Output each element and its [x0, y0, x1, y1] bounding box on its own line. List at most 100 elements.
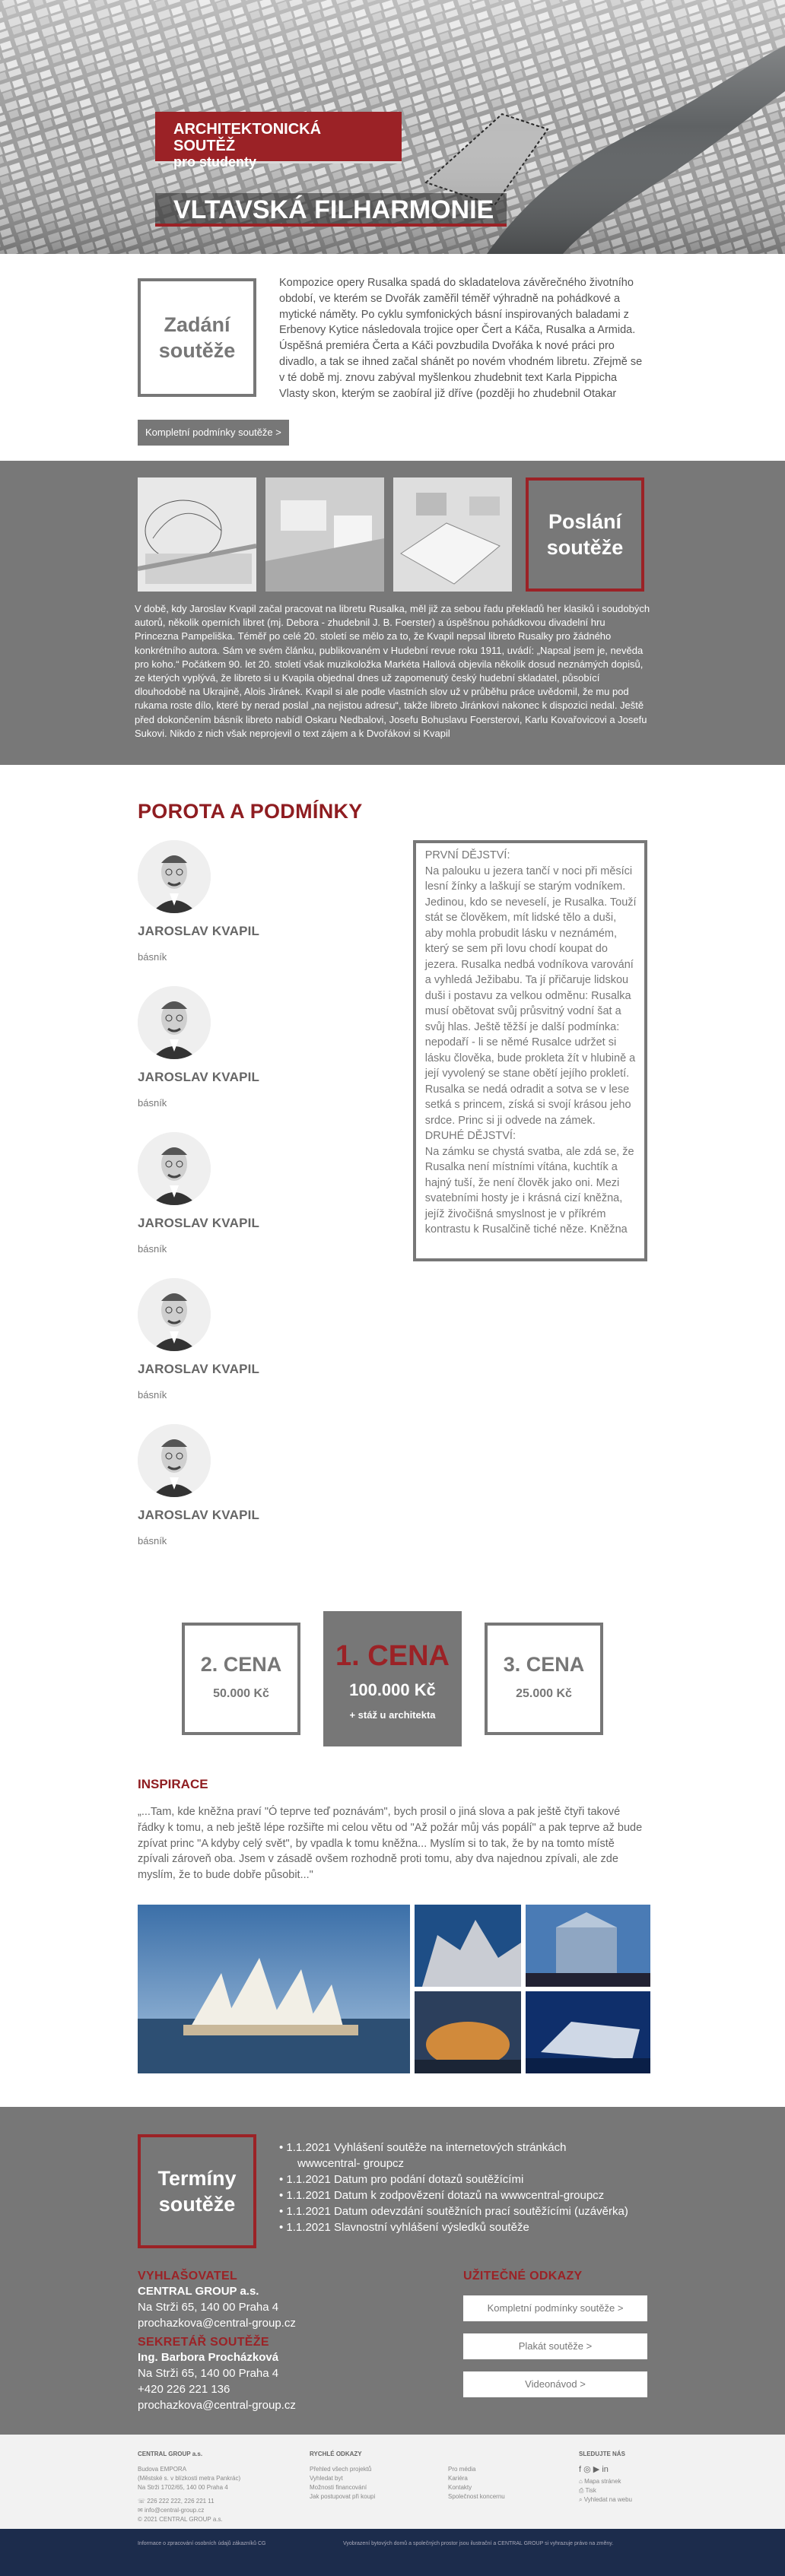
- footer-copyright: © 2021 CENTRAL GROUP a.s.: [138, 2515, 223, 2523]
- footer-link[interactable]: Společnost koncernu: [448, 2492, 579, 2501]
- terminy-title: Termíny soutěže: [138, 2133, 256, 2248]
- contacts: VYHLAŠOVATEL CENTRAL GROUP a.s. Na Strži…: [138, 2270, 296, 2413]
- prize-third-title: 3. CENA: [503, 1653, 585, 1676]
- architecture-model-photo-3: [393, 477, 512, 592]
- print-icon: ⎙: [579, 2486, 586, 2494]
- zadani-title: Zadání soutěže: [138, 278, 256, 397]
- footer-search[interactable]: Vyhledat na webu: [584, 2496, 632, 2503]
- footer-link[interactable]: Vyhledat byt: [310, 2474, 448, 2483]
- mail-icon: ✉: [138, 2506, 145, 2514]
- jury-name: JAROSLAV KVAPIL: [138, 1508, 260, 1522]
- disclaimer: Vyobrazení bytových domů a společných pr…: [343, 2540, 614, 2546]
- footer-link[interactable]: Kariéra: [448, 2474, 579, 2483]
- bottom-bar: Informace o zpracování osobních údajů zá…: [0, 2528, 785, 2576]
- vyhlasovatel-name: CENTRAL GROUP a.s.: [138, 2284, 259, 2298]
- footer-phone[interactable]: 226 222 222, 226 221 11: [147, 2498, 214, 2505]
- avatar: [138, 1278, 211, 1351]
- date-item: • 1.1.2021 Slavnostní vyhlášení výsledků…: [279, 2220, 529, 2234]
- full-conditions-button[interactable]: Kompletní podmínky soutěže >: [138, 420, 289, 446]
- avatar: [138, 1132, 211, 1205]
- vyhlasovatel-address: Na Strži 65, 140 00 Praha 4: [138, 2300, 279, 2314]
- footer-link[interactable]: Možnosti financování: [310, 2483, 448, 2492]
- footer-company: CENTRAL GROUP a.s. Budova EMPORA (Městsk…: [138, 2450, 310, 2524]
- privacy-link[interactable]: Informace o zpracování osobních údajů zá…: [138, 2541, 265, 2546]
- sekretar-phone[interactable]: +420 226 221 136: [138, 2381, 296, 2397]
- sekretar-email[interactable]: prochazkova@central-group.cz: [138, 2397, 296, 2413]
- terminy-dates: • 1.1.2021 Vyhlášení soutěže na internet…: [279, 2140, 628, 2235]
- modern-building-photo: [526, 1904, 650, 1987]
- footer-link[interactable]: Kontakty: [448, 2483, 579, 2492]
- link-full-conditions[interactable]: Kompletní podmínky soutěže >: [463, 2295, 647, 2321]
- jury-role: básník: [138, 1243, 167, 1255]
- prize-third-value: 25.000 Kč: [516, 1687, 572, 1700]
- search-icon: ⌕: [579, 2495, 584, 2503]
- footer-quick-heading: RYCHLÉ ODKAZY: [310, 2450, 362, 2457]
- footer-print[interactable]: Tisk: [585, 2487, 596, 2494]
- avatar: [138, 840, 211, 913]
- sekretar-name: Ing. Barbora Procházková: [138, 2350, 279, 2364]
- instagram-icon[interactable]: ◎: [583, 2465, 591, 2474]
- phone-icon: ☏: [138, 2497, 148, 2505]
- youtube-icon[interactable]: ▶: [593, 2465, 599, 2474]
- jury-member: JAROSLAV KVAPIL básník: [138, 1132, 284, 1278]
- prize-second-value: 50.000 Kč: [213, 1687, 269, 1700]
- poslani-text: V době, kdy Jaroslav Kvapil začal pracov…: [135, 603, 650, 739]
- sekretar-address: Na Strži 65, 140 00 Praha 4: [138, 2366, 279, 2380]
- concert-hall-photo: [415, 1904, 521, 1987]
- poslani-title: Poslání soutěže: [526, 477, 644, 592]
- footer-addr2: (Městské s. v blízkosti metra Pankrác): [138, 2474, 241, 2482]
- jury-list: JAROSLAV KVAPIL básník JAROSLAV KVAPIL b…: [138, 840, 410, 1570]
- footer-more-links: Pro média Kariéra Kontakty Společnost ko…: [448, 2450, 579, 2524]
- hero-tag: ARCHITEKTONICKÁ SOUTĚŽ pro studenty: [155, 112, 402, 170]
- footer-link[interactable]: Přehled všech projektů: [310, 2465, 448, 2474]
- conditions-card: PRVNÍ DĚJSTVÍ: Na palouku u jezera tančí…: [412, 840, 647, 1261]
- hero-tag-line2: pro studenty: [173, 154, 257, 170]
- inspirace-heading: INSPIRACE: [138, 1777, 208, 1791]
- footer-social: SLEDUJTE NÁS f ◎ ▶ in ⌂ Mapa stránek ⎙ T…: [579, 2450, 632, 2524]
- footer: CENTRAL GROUP a.s. Budova EMPORA (Městsk…: [0, 2434, 785, 2529]
- footer-link[interactable]: Pro média: [448, 2465, 579, 2474]
- date-item: • 1.1.2021 Vyhlášení soutěže na internet…: [279, 2140, 567, 2154]
- hero-title: VLTAVSKÁ FILHARMONIE: [155, 193, 507, 227]
- porota-heading: POROTA A PODMÍNKY: [138, 800, 363, 823]
- jury-role: básník: [138, 1535, 167, 1547]
- section-zadani: Zadání soutěže Kompozice opery Rusalka s…: [0, 254, 785, 461]
- section-terminy: Termíny soutěže • 1.1.2021 Vyhlášení sou…: [0, 2106, 785, 2435]
- architecture-model-photo-2: [265, 477, 384, 592]
- date-item: • 1.1.2021 Datum k zodpovězení dotazů na…: [279, 2188, 605, 2202]
- linkedin-icon[interactable]: in: [602, 2465, 609, 2474]
- jury-name: JAROSLAV KVAPIL: [138, 924, 260, 938]
- footer-social-heading: SLEDUJTE NÁS: [579, 2450, 625, 2457]
- prize-second-title: 2. CENA: [200, 1653, 282, 1676]
- date-item: • 1.1.2021 Datum pro podání dotazů soutě…: [279, 2172, 524, 2186]
- zadani-text: Kompozice opery Rusalka spadá do skladat…: [279, 277, 643, 400]
- sekretar-heading: SEKRETÁŘ SOUTĚŽE: [138, 2335, 269, 2349]
- jury-name: JAROSLAV KVAPIL: [138, 1216, 260, 1230]
- link-poster[interactable]: Plakát soutěže >: [463, 2333, 647, 2359]
- hero-tag-line1: ARCHITEKTONICKÁ SOUTĚŽ: [173, 121, 322, 154]
- prize-second: 2. CENA 50.000 Kč: [182, 1623, 300, 1735]
- vyhlasovatel-email[interactable]: prochazkova@central-group.cz: [138, 2315, 296, 2331]
- footer-addr3: Na Strži 1702/65, 140 00 Praha 4: [138, 2483, 228, 2491]
- sitemap-icon: ⌂: [579, 2477, 585, 2485]
- inspirace-quote: „...Tam, kde kněžna praví "Ó teprve teď …: [138, 1806, 643, 1882]
- jury-role: básník: [138, 951, 167, 963]
- footer-link[interactable]: Jak postupovat při koupi: [310, 2492, 448, 2501]
- link-video-guide[interactable]: Videonávod >: [463, 2371, 647, 2397]
- facebook-icon[interactable]: f: [579, 2465, 581, 2474]
- footer-email[interactable]: info@central-group.cz: [145, 2507, 204, 2514]
- section-poslani: Poslání soutěže V době, kdy Jaroslav Kva…: [0, 461, 785, 765]
- jury-name: JAROSLAV KVAPIL: [138, 1070, 260, 1084]
- jury-member: JAROSLAV KVAPIL básník: [138, 840, 284, 986]
- footer-addr1: Budova EMPORA: [138, 2465, 187, 2473]
- conditions-text: PRVNÍ DĚJSTVÍ: Na palouku u jezera tančí…: [424, 849, 637, 1236]
- prizes: 2. CENA 50.000 Kč 1. CENA 100.000 Kč + s…: [0, 1611, 785, 1746]
- architecture-model-photo-1: [138, 477, 256, 592]
- avatar: [138, 1424, 211, 1497]
- footer-quick-links: RYCHLÉ ODKAZY Přehled všech projektů Vyh…: [310, 2450, 448, 2524]
- jury-member: JAROSLAV KVAPIL básník: [138, 1278, 284, 1424]
- jury-member: JAROSLAV KVAPIL básník: [138, 1424, 284, 1570]
- links-heading: UŽITEČNÉ ODKAZY: [463, 2269, 583, 2283]
- useful-links: UŽITEČNÉ ODKAZY Kompletní podmínky soutě…: [463, 2270, 647, 2413]
- footer-sitemap[interactable]: Mapa stránek: [584, 2478, 621, 2485]
